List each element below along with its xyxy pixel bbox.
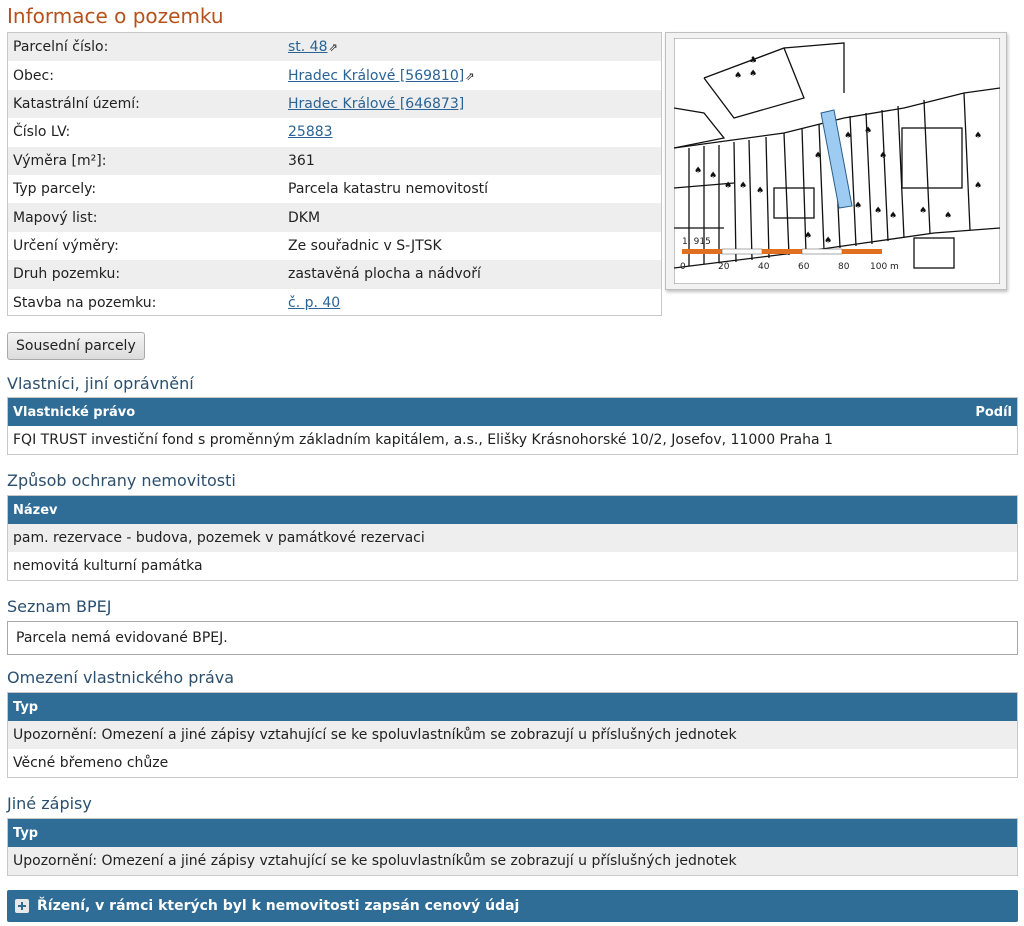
info-label: Parcelní číslo: [13,39,109,56]
svg-text:♠: ♠ [694,166,702,176]
owners-heading: Vlastníci, jiní oprávnění [7,374,194,393]
info-value: Ze souřadnic v S-JTSK [288,237,442,254]
svg-text:♠: ♠ [749,69,757,79]
svg-text:♠: ♠ [864,126,872,136]
cadastral-area-link[interactable]: Hradec Králové [646873] [288,96,464,112]
svg-text:♠: ♠ [739,181,747,191]
map-image[interactable]: ♠ ♠♣ ♠ ♠♠ ♠ ♠♠ ♠♠♠ ♠ ♠ ♠ ♠ ♠♠ ♠♠ ♠ 1: 915 0 20 … [674,38,1000,284]
protection-heading: Způsob ochrany nemovitosti [7,471,236,490]
table-header: Typ [8,693,1017,721]
info-row: Typ parcely: Parcela katastru nemovitostí [8,175,661,203]
info-value: Parcela katastru nemovitostí [288,181,489,198]
bpej-box: Parcela nemá evidované BPEJ. [7,621,1018,655]
col-share: Podíl [975,404,1012,420]
table-row: FQI TRUST investiční fond s proměnným zá… [13,432,833,448]
info-row: Parcelní číslo: st. 48⇗ [8,33,661,62]
svg-text:♠: ♠ [974,131,982,141]
svg-text:♠: ♠ [919,206,927,216]
table-row: Věcné břemeno chůze [13,755,169,771]
restrictions-table: Typ Upozornění: Omezení a jiné zápisy vz… [7,692,1018,778]
page-title: Informace o pozemku [7,4,224,28]
external-link-icon[interactable]: ⇗ [465,70,474,83]
info-value: zastavěná plocha a nádvoří [288,266,481,283]
scale-tick: 0 [680,262,686,272]
scale-tick: 20 [718,262,730,272]
svg-text:♠: ♠ [889,211,897,221]
info-label: Číslo LV: [13,124,71,141]
info-label: Katastrální území: [13,95,140,112]
table-row: pam. rezervace - budova, pozemek v památ… [8,524,1017,552]
info-label: Mapový list: [13,209,98,226]
svg-text:♠: ♠ [734,71,742,81]
info-row: Stavba na pozemku: č. p. 40 [8,289,661,317]
info-label: Stavba na pozemku: [13,294,157,311]
col-name: Název [13,502,58,518]
other-records-heading: Jiné zápisy [7,794,92,813]
owners-table: Vlastnické právo Podíl FQI TRUST investi… [7,397,1018,455]
table-header: Typ [8,819,1017,847]
table-row: Upozornění: Omezení a jiné zápisy vztahu… [8,721,1017,749]
svg-text:♠: ♠ [974,181,982,191]
parcel-info-table: Parcelní číslo: st. 48⇗ Obec: Hradec Králo… [7,32,662,316]
col-type: Typ [13,699,39,715]
info-row: Obec: Hradec Králové [569810]⇗ [8,61,661,89]
building-link[interactable]: č. p. 40 [288,295,340,311]
price-records-accordion[interactable]: Řízení, v rámci kterých byl k nemovitost… [7,890,1018,922]
svg-text:♠: ♠ [944,211,952,221]
info-label: Obec: [13,67,54,84]
col-ownership-right: Vlastnické právo [13,404,136,420]
scale-tick: 80 [838,262,850,272]
info-label: Určení výměry: [13,237,119,254]
table-header: Název [8,496,1017,524]
svg-text:♠: ♠ [879,151,887,161]
scale-tick: 60 [798,262,810,272]
info-row: Druh pozemku: zastavěná plocha a nádvoří [8,260,661,289]
info-row: Výměra [m²]: 361 [8,146,661,175]
col-type: Typ [13,825,39,841]
accordion-label: Řízení, v rámci kterých byl k nemovitost… [37,898,520,914]
svg-text:♠: ♠ [814,151,822,161]
info-label: Typ parcely: [13,181,97,198]
info-label: Druh pozemku: [13,266,121,283]
protection-table: Název pam. rezervace - budova, pozemek v… [7,495,1018,581]
info-row: Určení výměry: Ze souřadnic v S-JTSK [8,232,661,260]
svg-text:♠: ♠ [844,131,852,141]
info-row: Mapový list: DKM [8,203,661,232]
info-value: DKM [288,209,321,226]
bpej-heading: Seznam BPEJ [7,597,112,616]
expand-plus-icon[interactable] [15,899,29,913]
ownership-sheet-link[interactable]: 25883 [288,124,333,140]
external-link-icon[interactable]: ⇗ [329,41,338,54]
svg-text:♣: ♣ [749,56,757,66]
table-header: Vlastnické právo Podíl [8,398,1017,426]
map-scale-label: 1: 915 [682,237,711,247]
svg-text:♠: ♠ [709,171,717,181]
neighbors-button[interactable]: Sousední parcely [7,332,145,360]
svg-text:♠: ♠ [824,236,832,246]
info-value: 361 [288,152,315,169]
info-row: Katastrální území: Hradec Králové [646873… [8,89,661,119]
other-records-table: Typ Upozornění: Omezení a jiné zápisy vz… [7,818,1018,876]
scale-tick: 40 [758,262,770,272]
cadastral-map[interactable]: ♠ ♠ ♣ ♠ ♠ ♠ ♠ ♠ ♠ ♠ ♠ ♠ ♠ ♠ ♠ ♠ ♠ ♠ ♠ ♠ ♠ 1: 915 0 20 … [665,32,1007,290]
svg-text:♠: ♠ [874,206,882,216]
restrictions-heading: Omezení vlastnického práva [7,668,235,687]
svg-text:♠: ♠ [854,201,862,211]
svg-text:♠: ♠ [756,186,764,196]
svg-text:♠: ♠ [804,231,812,241]
info-row: Číslo LV: 25883 [8,118,661,146]
info-label: Výměra [m²]: [13,152,107,169]
table-row: Upozornění: Omezení a jiné zápisy vztahu… [8,847,1017,875]
scale-tick: 100 m [870,262,899,272]
parcel-number-link[interactable]: st. 48 [288,39,328,55]
table-row: nemovitá kulturní památka [13,558,203,574]
svg-text:♠: ♠ [724,181,732,191]
municipality-link[interactable]: Hradec Králové [569810] [288,68,464,84]
